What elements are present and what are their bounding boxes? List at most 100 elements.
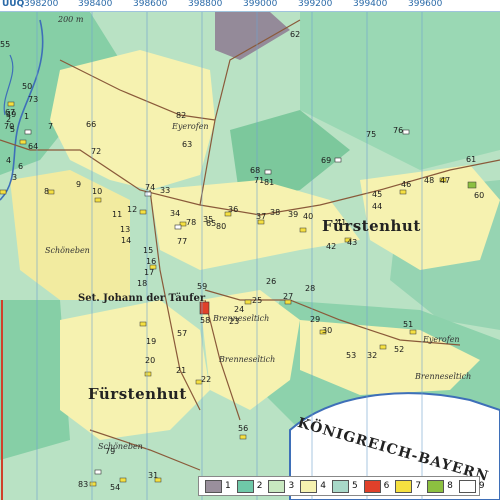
legend-label: 5 — [351, 481, 358, 491]
parcel-number: 70 — [4, 122, 15, 131]
legend-item: 6 — [363, 479, 390, 493]
parcel-number: 65 — [206, 219, 217, 228]
parcel-number: 62 — [290, 30, 301, 39]
parcel-number: 17 — [144, 268, 155, 277]
cadastral-map: UUQ 398200 398400 398600 398800 399000 3… — [0, 0, 500, 500]
x-coord-label: 398400 — [78, 0, 113, 9]
parcel-number: 24 — [234, 305, 245, 314]
place-schoeneben-west: Schöneben — [45, 246, 90, 255]
parcel-number: 42 — [326, 242, 337, 251]
parcel-number: 71 — [254, 176, 265, 185]
place-st-johann: Set. Johann der Täufer — [78, 293, 206, 304]
legend-swatch — [268, 479, 286, 493]
parcel-number: 32 — [367, 351, 378, 360]
legend-label: 7 — [415, 481, 422, 491]
legend-label: 1 — [225, 481, 231, 491]
parcel-number: 16 — [146, 257, 157, 266]
x-coord-label: 399400 — [353, 0, 388, 9]
place-brennesettich-1: Brenneseltich — [213, 314, 270, 323]
legend-item: 4 — [300, 479, 326, 493]
place-brennesettich-3: Brenneseltich — [415, 372, 472, 381]
parcel-number: 64 — [28, 142, 39, 151]
legend-label: 6 — [383, 481, 390, 491]
parcel-number: 28 — [305, 284, 316, 293]
parcel-number: 36 — [228, 205, 239, 214]
parcel-number: 56 — [238, 424, 249, 433]
parcel-number: 58 — [200, 316, 211, 325]
x-coord-label: 398600 — [133, 0, 168, 9]
parcel-number: 39 — [288, 210, 299, 219]
place-eyerofen-east: Eyerofen — [423, 335, 460, 344]
legend-item: 1 — [205, 479, 231, 493]
parcel-number: 31 — [148, 471, 159, 480]
parcel-number: 60 — [474, 191, 485, 200]
parcel-number: 27 — [283, 292, 294, 301]
parcel-number: 61 — [466, 155, 477, 164]
parcel-number: 1 — [24, 112, 30, 121]
parcel-number: 12 — [127, 205, 138, 214]
legend-label: 2 — [256, 481, 263, 491]
parcel-number: 33 — [160, 186, 171, 195]
parcel-number: 3 — [12, 173, 18, 182]
place-brennesettich-2: Brenneseltich — [219, 355, 276, 364]
legend-swatch — [363, 479, 381, 493]
parcel-number: 73 — [28, 95, 39, 104]
legend-swatch — [395, 479, 413, 493]
parcel-number: 34 — [170, 209, 181, 218]
parcel-number: 20 — [145, 356, 156, 365]
parcel-number: 54 — [110, 483, 121, 492]
parcel-number: 50 — [22, 82, 33, 91]
x-coord-label: 398800 — [188, 0, 223, 9]
parcel-number: 77 — [177, 237, 188, 246]
legend-item: 3 — [268, 479, 294, 493]
parcel-number: 81 — [264, 178, 275, 187]
parcel-number: 25 — [252, 296, 263, 305]
parcel-number: 80 — [216, 222, 227, 231]
parcel-number: 14 — [121, 236, 132, 245]
parcel-number: 45 — [372, 190, 383, 199]
parcel-number: 4 — [6, 156, 12, 165]
parcel-number: 22 — [201, 375, 212, 384]
map-legend: 1 2 3 4 5 6 7 8 9 — [198, 476, 485, 496]
parcel-number: 26 — [266, 277, 277, 286]
parcel-number: 53 — [346, 351, 357, 360]
parcel-number: 46 — [401, 180, 412, 189]
parcel-number: 7 — [48, 122, 54, 131]
parcel-number: 51 — [403, 320, 414, 329]
legend-item: 7 — [395, 479, 422, 493]
parcel-number: 8 — [44, 187, 50, 196]
parcel-number: 76 — [393, 126, 404, 135]
grid-corner-label: UUQ — [2, 0, 25, 9]
parcel-number: 21 — [176, 366, 187, 375]
parcel-number: 79 — [105, 447, 116, 456]
parcel-number: 19 — [146, 337, 157, 346]
green-garden — [467, 181, 477, 189]
parcel-number: 13 — [120, 225, 131, 234]
legend-swatch — [236, 479, 254, 493]
parcel-number: 6 — [18, 162, 24, 171]
parcel-number: 69 — [321, 156, 332, 165]
x-coord-label: 398200 — [24, 0, 59, 9]
place-fuerstenhut-main: Fürstenhut — [88, 385, 187, 403]
x-coord-label: 399000 — [243, 0, 278, 9]
parcel-number: 57 — [177, 329, 188, 338]
parcel-number: 40 — [303, 212, 314, 221]
x-coord-label: 399200 — [298, 0, 333, 9]
parcel-number: 72 — [91, 147, 102, 156]
parcel-number: 67 — [5, 108, 16, 117]
meadow-southwest — [0, 300, 70, 460]
parcel-number: 10 — [92, 187, 103, 196]
legend-swatch — [458, 479, 476, 493]
parcel-number: 18 — [137, 279, 148, 288]
parcel-number: 44 — [372, 202, 383, 211]
parcel-number: 66 — [86, 120, 97, 129]
parcel-number: 47 — [440, 176, 451, 185]
parcel-number: 48 — [424, 176, 435, 185]
legend-swatch — [205, 479, 222, 493]
parcel-number: 15 — [143, 246, 154, 255]
parcel-number: 11 — [112, 210, 123, 219]
coordinate-bar: UUQ 398200 398400 398600 398800 399000 3… — [0, 0, 500, 12]
legend-swatch — [331, 479, 349, 493]
parcel-number: 83 — [78, 480, 89, 489]
parcel-number: 82 — [176, 111, 187, 120]
